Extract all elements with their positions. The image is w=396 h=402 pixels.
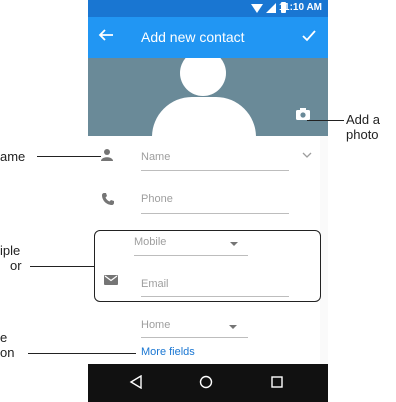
check-icon[interactable] [301,28,317,44]
name-callout-label: ame [0,149,26,164]
add-photo-callout-label: Add a photo [346,112,380,142]
email-underline [141,296,289,297]
status-time: 11:10 AM [279,2,322,13]
more-fields-callout-line1: e [0,330,8,345]
camera-icon[interactable] [296,108,310,120]
dropdown-arrow-icon[interactable] [229,325,237,329]
phone-screen: 11:10 AM Add new contact Name Phone Mobi… [88,0,328,402]
phone-underline [141,213,289,214]
phone-input[interactable]: Phone [141,193,173,205]
email-type-underline [141,337,248,338]
more-fields-callout-label: e on [0,330,14,360]
toolbar: Add new contact [88,17,328,58]
page-title: Add new contact [141,29,245,45]
avatar-body [152,97,256,136]
avatar-head [180,58,226,96]
chevron-down-icon[interactable] [302,151,312,159]
name-callout-line [37,156,101,157]
name-input[interactable]: Name [141,151,170,163]
person-icon [101,149,113,161]
multiple-callout-line [30,266,94,267]
email-icon [104,275,118,285]
more-fields-link[interactable]: More fields [141,346,195,358]
dropdown-arrow-icon[interactable] [230,242,238,246]
multiple-callout-label: iple or [0,243,22,273]
multiple-callout-line2: or [10,258,22,273]
email-type-select[interactable]: Home [141,319,170,331]
add-photo-callout-line [307,120,344,121]
multiple-callout-line1: iple [0,243,21,258]
square-recents-icon[interactable] [271,376,283,388]
navigation-bar [88,364,328,402]
multiple-entries-box: Mobile Email [94,230,321,302]
add-photo-callout-line1: Add a [346,112,380,127]
contact-form: Name Phone Mobile Email Home More fields [88,136,321,364]
more-fields-callout-line [28,353,136,354]
add-photo-callout-line2: photo [346,127,379,142]
name-underline [141,170,289,171]
phone-type-underline [134,255,248,256]
wifi-icon [251,4,263,13]
circle-home-icon[interactable] [199,375,213,389]
email-input[interactable]: Email [141,278,169,290]
contact-photo-area[interactable] [88,58,328,136]
phone-icon [102,193,114,205]
triangle-back-icon[interactable] [129,375,143,389]
arrow-left-icon[interactable] [98,27,114,43]
status-bar: 11:10 AM [88,0,328,17]
signal-icon [266,3,276,13]
phone-type-select[interactable]: Mobile [134,236,166,248]
more-fields-callout-line2: on [0,345,15,360]
